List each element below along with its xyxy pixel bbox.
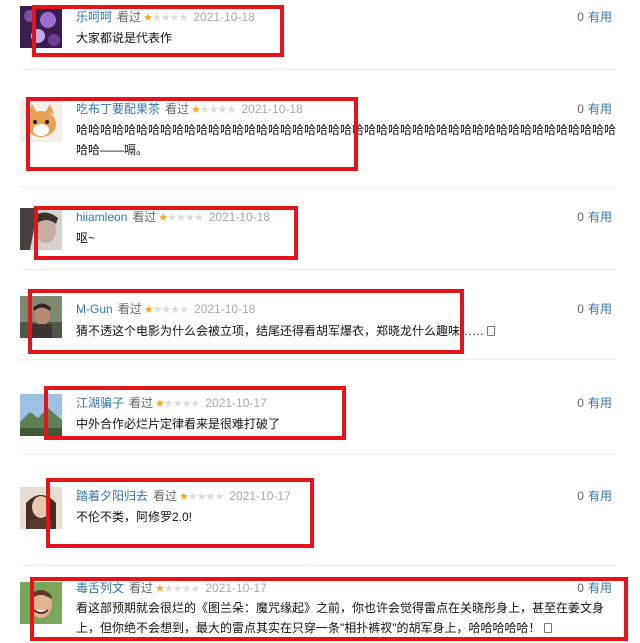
user-avatar[interactable] xyxy=(20,296,62,338)
comment-meta: 毒舌列文 看过 ★★★★★ 2021-10-17 xyxy=(76,580,267,597)
comment-text: 呕~ xyxy=(76,231,96,245)
useful-button[interactable]: 有用 xyxy=(588,10,612,24)
vote-count: 0 xyxy=(577,102,584,116)
comment-meta: 江湖骗子 看过 ★★★★★ 2021-10-17 xyxy=(76,395,267,412)
comment-time[interactable]: 2021-10-18 xyxy=(193,10,254,24)
user-avatar-icon xyxy=(20,100,62,142)
comment-meta: 乐呵呵 看过 ★★★★★ 2021-10-18 xyxy=(76,9,255,26)
comment-time[interactable]: 2021-10-18 xyxy=(241,102,302,116)
username-link[interactable]: 江湖骗子 xyxy=(76,396,124,410)
rating-stars: ★★★★★ xyxy=(155,583,200,595)
comment-item: 吃布丁要配果茶 看过 ★★★★★ 2021-10-18 0 有用 哈哈哈哈哈哈哈哈哈哈哈… xyxy=(0,70,640,188)
rating-stars: ★★★★★ xyxy=(155,398,200,410)
user-avatar-icon xyxy=(20,208,62,250)
comment-time[interactable]: 2021-10-17 xyxy=(205,581,266,595)
comment-text: 不伦不类，阿修罗2.0! xyxy=(76,510,193,524)
comment-meta: hiiamleon 看过 ★★★★★ 2021-10-18 xyxy=(76,209,270,226)
comment-item: hiiamleon 看过 ★★★★★ 2021-10-18 0 有用 呕~ xyxy=(0,188,640,270)
username-link[interactable]: 乐呵呵 xyxy=(76,10,112,24)
user-avatar[interactable] xyxy=(20,100,62,142)
user-avatar[interactable] xyxy=(20,487,62,529)
comment-meta: M-Gun 看过 ★★★★★ 2021-10-18 xyxy=(76,301,255,318)
rating-stars: ★★★★★ xyxy=(179,491,224,503)
comment-text: 猜不透这个电影为什么会被立项，结尾还得看胡军爆衣，郑晓龙什么趣味…… xyxy=(76,321,616,341)
comment-text: 大家都说是代表作 xyxy=(76,31,173,45)
user-avatar-icon xyxy=(20,394,62,436)
expand-icon[interactable] xyxy=(543,623,552,633)
vote-area: 0 有用 xyxy=(577,395,612,411)
comment-text: 看这部预期就会很烂的《图兰朵：魔咒缘起》之前，你也许会觉得雷点在关晓彤身上，甚至… xyxy=(76,598,616,638)
vote-area: 0 有用 xyxy=(577,580,612,596)
watch-status: 看过 xyxy=(117,302,142,316)
vote-count: 0 xyxy=(577,396,584,410)
comment-item: 乐呵呵 看过 ★★★★★ 2021-10-18 0 有用 大家都说是代表作 xyxy=(0,0,640,70)
vote-area: 0 有用 xyxy=(577,301,612,317)
useful-button[interactable]: 有用 xyxy=(588,581,612,595)
watch-status: 看过 xyxy=(129,581,154,595)
vote-count: 0 xyxy=(577,302,584,316)
user-avatar-icon xyxy=(20,6,62,48)
comment-meta: 踏着夕阳归去 看过 ★★★★★ 2021-10-17 xyxy=(76,488,291,505)
user-avatar[interactable] xyxy=(20,208,62,250)
username-link[interactable]: 毒舌列文 xyxy=(76,581,124,595)
comment-item: 踏着夕阳归去 看过 ★★★★★ 2021-10-17 0 有用 不伦不类，阿修罗2.0! xyxy=(0,455,640,565)
username-link[interactable]: hiiamleon xyxy=(76,210,127,224)
rating-stars: ★★★★★ xyxy=(191,104,236,116)
vote-area: 0 有用 xyxy=(577,9,612,25)
comment-text-content: 看这部预期就会很烂的《图兰朵：魔咒缘起》之前，你也许会觉得雷点在关晓彤身上，甚至… xyxy=(76,601,605,635)
comment-text-content: 猜不透这个电影为什么会被立项，结尾还得看胡军爆衣，郑晓龙什么趣味…… xyxy=(76,324,485,338)
username-link[interactable]: 踏着夕阳归去 xyxy=(76,489,148,503)
watch-status: 看过 xyxy=(129,396,154,410)
useful-button[interactable]: 有用 xyxy=(588,489,612,503)
username-link[interactable]: 吃布丁要配果茶 xyxy=(76,102,160,116)
useful-button[interactable]: 有用 xyxy=(588,210,612,224)
expand-icon[interactable] xyxy=(487,326,496,336)
comment-time[interactable]: 2021-10-18 xyxy=(209,210,270,224)
rating-stars: ★★★★★ xyxy=(158,212,203,224)
rating-stars: ★★★★★ xyxy=(143,304,189,316)
rating-stars: ★★★★★ xyxy=(143,12,188,24)
useful-button[interactable]: 有用 xyxy=(588,302,612,316)
watch-status: 看过 xyxy=(165,102,190,116)
user-avatar[interactable] xyxy=(20,582,62,624)
vote-count: 0 xyxy=(577,581,584,595)
comment-time[interactable]: 2021-10-17 xyxy=(205,396,266,410)
useful-button[interactable]: 有用 xyxy=(588,396,612,410)
watch-status: 看过 xyxy=(132,210,157,224)
comment-text: 哈哈哈哈哈哈哈哈哈哈哈哈哈哈哈哈哈哈哈哈哈哈哈哈哈哈哈哈哈哈哈哈哈哈哈哈哈哈哈哈… xyxy=(76,123,617,157)
user-avatar[interactable] xyxy=(20,6,62,48)
user-avatar[interactable] xyxy=(20,394,62,436)
user-avatar-icon xyxy=(20,296,62,338)
comment-text: 中外合作必烂片定律看来是很难打破了 xyxy=(76,417,281,431)
user-avatar-icon xyxy=(20,487,62,529)
watch-status: 看过 xyxy=(117,10,142,24)
vote-count: 0 xyxy=(577,10,584,24)
comment-item: 江湖骗子 看过 ★★★★★ 2021-10-17 0 有用 中外合作必烂片定律看来是很难… xyxy=(0,360,640,450)
vote-count: 0 xyxy=(577,489,584,503)
comment-item: 毒舌列文 看过 ★★★★★ 2021-10-17 0 有用 看这部预期就会很烂的《图兰朵… xyxy=(0,566,640,643)
vote-area: 0 有用 xyxy=(577,488,612,504)
useful-button[interactable]: 有用 xyxy=(588,102,612,116)
vote-count: 0 xyxy=(577,210,584,224)
vote-area: 0 有用 xyxy=(577,101,612,117)
vote-area: 0 有用 xyxy=(577,209,612,225)
username-link[interactable]: M-Gun xyxy=(76,302,113,316)
watch-status: 看过 xyxy=(153,489,178,503)
comment-item: M-Gun 看过 ★★★★★ 2021-10-18 0 有用 猜不透这个电影为什么会被立… xyxy=(0,270,640,360)
comment-time[interactable]: 2021-10-17 xyxy=(229,489,290,503)
comment-meta: 吃布丁要配果茶 看过 ★★★★★ 2021-10-18 xyxy=(76,101,303,118)
user-avatar-icon xyxy=(20,582,62,624)
comment-time[interactable]: 2021-10-18 xyxy=(194,302,255,316)
